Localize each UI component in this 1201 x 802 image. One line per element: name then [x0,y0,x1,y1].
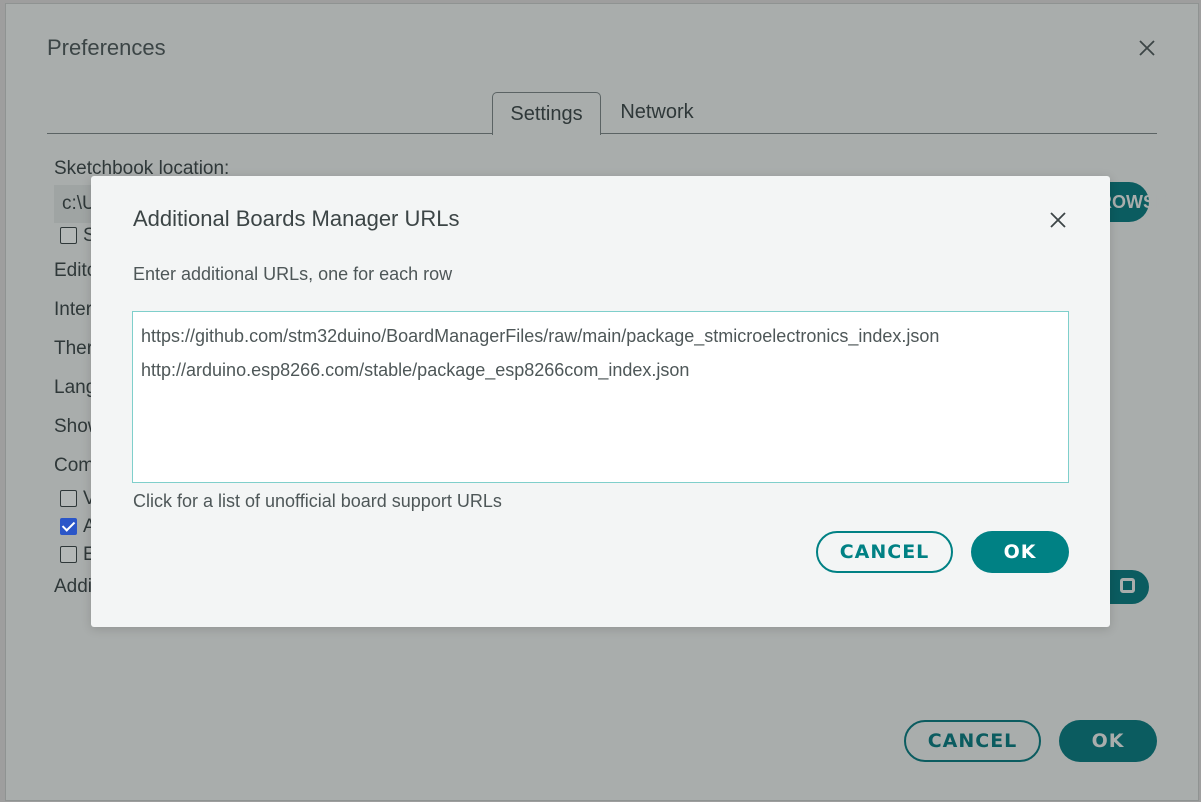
verify-checkbox[interactable] [60,490,77,507]
editor-quick-suggestions-checkbox[interactable] [60,546,77,563]
interface-scale-label: Inter [54,299,93,320]
preferences-cancel-button[interactable]: CANCEL [904,720,1041,762]
url-line: https://github.com/stm32duino/BoardManag… [141,326,940,346]
additional-urls-label: Addi [54,576,93,597]
theme-label: Ther [54,338,94,359]
ok-button[interactable]: OK [971,531,1069,573]
dialog-title: Additional Boards Manager URLs [133,206,460,231]
dialog-description: Enter additional URLs, one for each row [133,264,453,284]
url-line: http://arduino.esp8266.com/stable/packag… [141,360,690,380]
preferences-title: Preferences [47,35,166,60]
unofficial-urls-link[interactable]: Click for a list of unofficial board sup… [133,491,502,512]
urls-textarea[interactable]: https://github.com/stm32duino/BoardManag… [132,311,1069,483]
language-label: Lang [54,377,97,398]
show-files-checkbox[interactable] [60,227,77,244]
tab-settings[interactable]: Settings [492,92,601,135]
compiler-warnings-label: Com [54,455,95,476]
cancel-button[interactable]: CANCEL [816,531,953,573]
tab-network-label: Network [620,101,694,123]
url-editor-icon [1120,578,1135,593]
tab-network[interactable]: Network [609,92,705,133]
tab-settings-label: Settings [510,102,583,125]
close-icon[interactable] [1136,37,1158,59]
tabs-divider [47,133,1157,134]
auto-save-checkbox[interactable] [60,518,77,535]
additional-urls-dialog: Additional Boards Manager URLs Enter add… [91,176,1110,627]
close-icon[interactable] [1047,209,1069,231]
preferences-ok-button[interactable]: OK [1059,720,1157,762]
